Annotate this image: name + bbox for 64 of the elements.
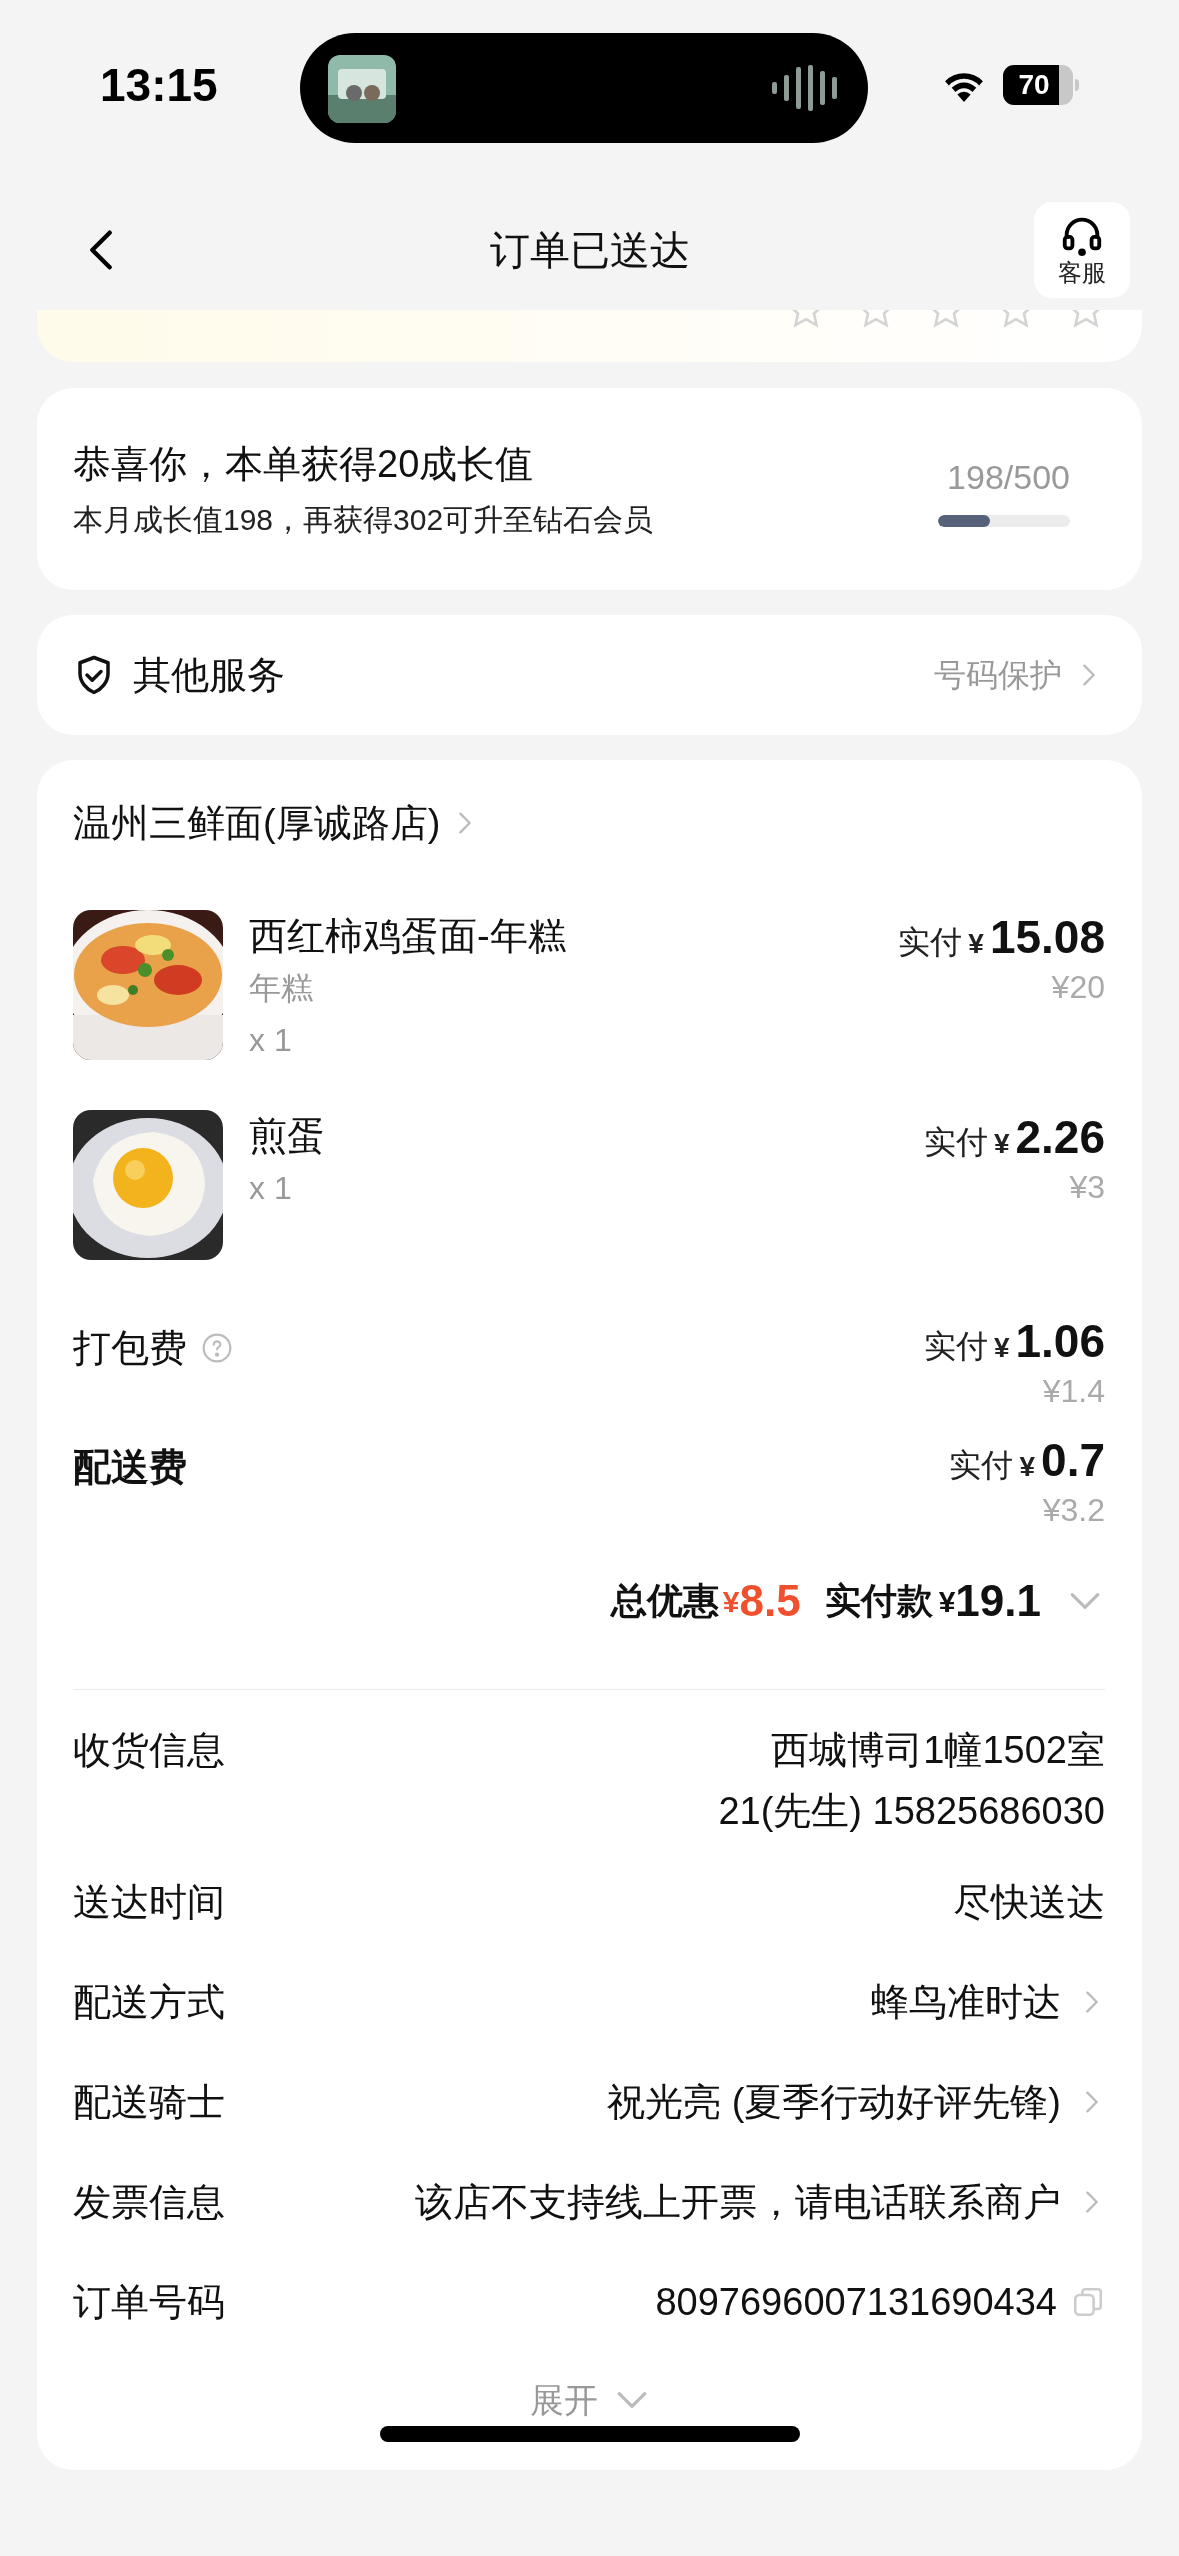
expand-total-button[interactable]	[1069, 1591, 1101, 1611]
growth-title: 恭喜你，本单获得20成长值	[73, 442, 535, 487]
item-quantity: x 1	[249, 1021, 293, 1060]
chevron-right-icon	[1085, 1989, 1099, 2015]
total-label: 实付款	[824, 1579, 933, 1623]
info-label: 配送骑士	[73, 2079, 225, 2125]
paid-label: 实付	[923, 1327, 988, 1366]
info-value[interactable]: 蜂鸟准时达	[871, 1971, 1061, 2033]
total-amount: 19.1	[955, 1575, 1041, 1627]
paid-amount: 2.26	[1015, 1114, 1105, 1160]
waveform-icon	[772, 65, 840, 111]
original-price: ¥3	[1069, 1168, 1105, 1207]
chevron-down-icon	[1069, 1591, 1101, 1611]
chevron-down-icon	[616, 2390, 648, 2410]
paid-label: 实付	[949, 1446, 1014, 1485]
chevron-right-icon	[458, 810, 473, 836]
currency-sign: ¥	[968, 927, 984, 961]
info-value: 8097696007131690434	[655, 2279, 1057, 2325]
info-value: 21(先生) 15825686030	[718, 1789, 1105, 1834]
services-title: 其他服务	[133, 652, 285, 698]
paid-amount: 15.08	[989, 914, 1105, 960]
currency-sign: ¥	[993, 1127, 1010, 1161]
chevron-right-icon	[1082, 662, 1096, 688]
battery-indicator: 70	[1003, 65, 1073, 105]
page-title: 订单已送达	[489, 227, 690, 274]
item-name: 西红柿鸡蛋面-年糕	[249, 914, 566, 959]
chevron-right-icon	[1085, 2189, 1099, 2215]
info-label: 发票信息	[73, 2179, 225, 2225]
info-value[interactable]: 该店不支持线上开票，请电话联系商户	[415, 2171, 1061, 2233]
item-quantity: x 1	[249, 1169, 293, 1208]
info-value: 西城博司1幢1502室	[771, 1728, 1105, 1773]
growth-progress-text: 198/500	[947, 456, 1070, 498]
paid-amount: 1.06	[1015, 1318, 1105, 1364]
growth-subtitle: 本月成长值198，再获得302可升至钻石会员	[73, 502, 654, 538]
help-icon[interactable]	[201, 1332, 233, 1364]
customer-service-button[interactable]: 客服	[1034, 202, 1130, 298]
info-label: 收货信息	[73, 1728, 225, 1773]
services-card[interactable]: 其他服务 号码保护	[37, 615, 1142, 735]
paid-label: 实付	[923, 1123, 988, 1162]
status-time: 13:15	[100, 57, 219, 113]
paid-amount: 0.7	[1041, 1437, 1105, 1483]
discount-currency: ¥	[722, 1583, 740, 1620]
item-spec: 年糕	[249, 969, 314, 1008]
total-currency: ¥	[938, 1583, 956, 1620]
discount-amount: 8.5	[739, 1575, 801, 1627]
copy-icon[interactable]	[1071, 2285, 1105, 2319]
back-icon	[88, 227, 114, 273]
info-label: 送达时间	[73, 1879, 225, 1925]
fee-label: 配送费	[73, 1444, 187, 1490]
info-label: 订单号码	[73, 2279, 225, 2325]
chevron-right-icon	[1085, 2089, 1099, 2115]
discount-label: 总优惠	[610, 1579, 719, 1623]
item-name: 煎蛋	[249, 1114, 325, 1159]
info-label: 配送方式	[73, 1979, 225, 2025]
original-price: ¥20	[1051, 968, 1105, 1007]
currency-sign: ¥	[1019, 1450, 1036, 1484]
info-value[interactable]: 祝光亮 (夏季行动好评先锋)	[607, 2071, 1061, 2133]
info-value: 尽快送达	[953, 1879, 1105, 1925]
fee-label: 打包费	[73, 1325, 187, 1371]
original-price: ¥1.4	[1042, 1372, 1105, 1411]
currency-sign: ¥	[993, 1331, 1010, 1365]
store-name[interactable]: 温州三鲜面(厚诚路店)	[73, 794, 441, 852]
paid-label: 实付	[898, 923, 963, 962]
original-price: ¥3.2	[1042, 1491, 1105, 1530]
